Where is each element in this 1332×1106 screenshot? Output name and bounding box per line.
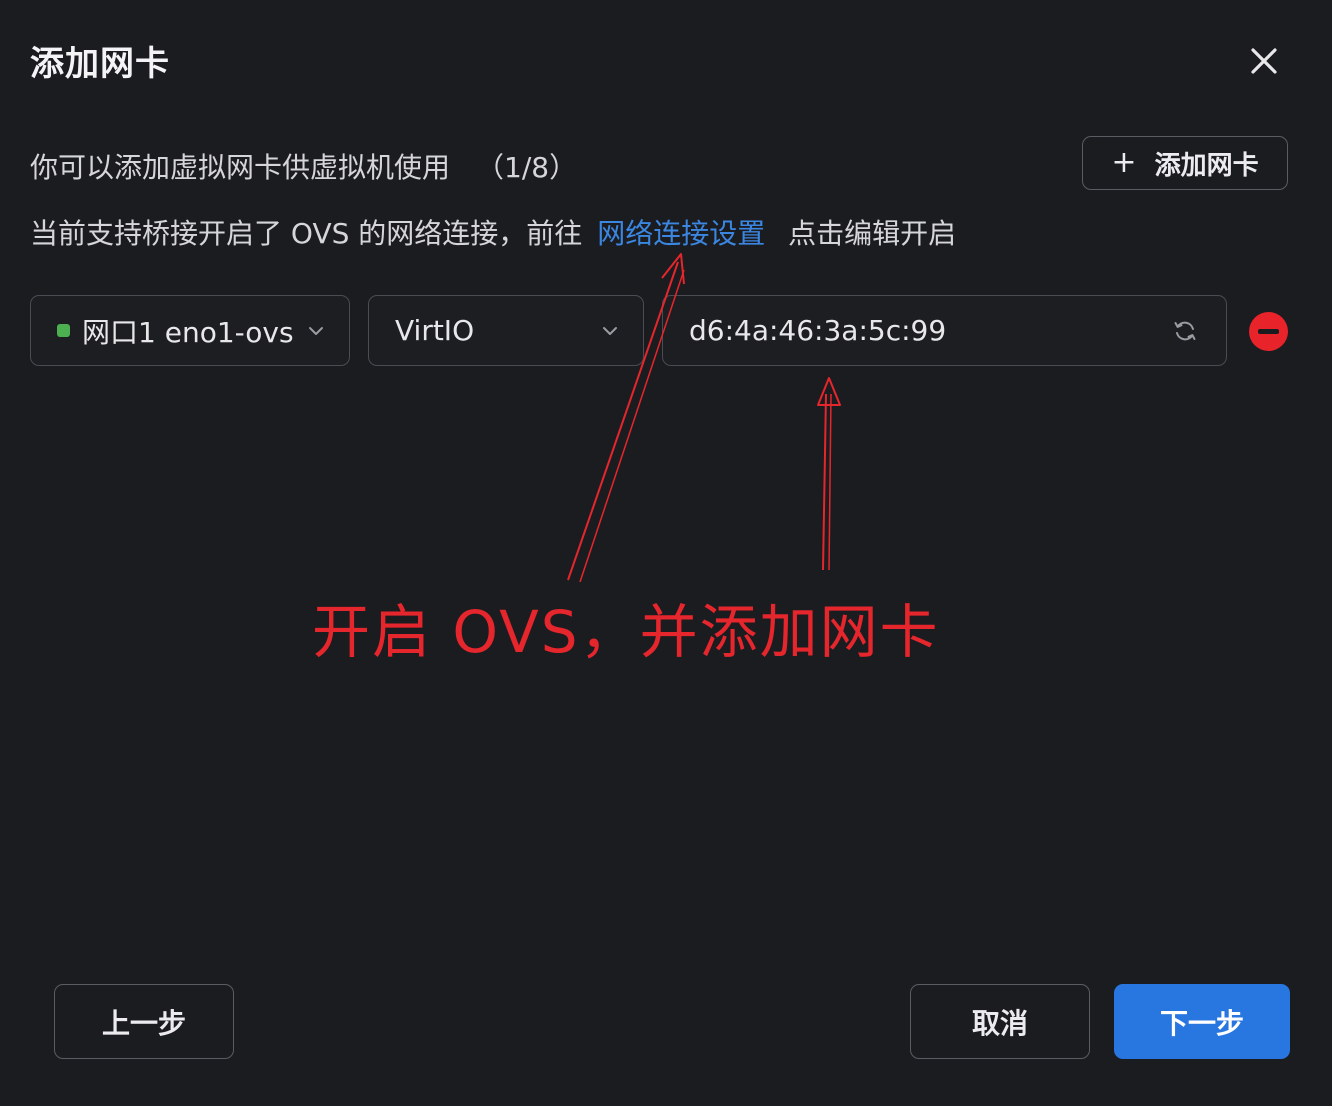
notice-suffix: 点击编辑开启 [788,217,957,250]
add-nic-button[interactable]: + 添加网卡 [1082,136,1288,190]
annotation-text: 开启 OVS，并添加网卡 [312,598,940,666]
model-select-value: VirtIO [395,314,475,347]
mac-address-value: d6:4a:46:3a:5c:99 [689,314,947,347]
network-settings-link[interactable]: 网络连接设置 [597,217,765,250]
nic-count: （1/8） [476,151,578,184]
cancel-button[interactable]: 取消 [910,984,1090,1059]
ovs-notice: 当前支持桥接开启了 OVS 的网络连接，前往 网络连接设置 点击编辑开启 [30,212,956,252]
notice-prefix: 当前支持桥接开启了 OVS 的网络连接，前往 [30,217,583,250]
model-select[interactable]: VirtIO [368,295,644,366]
close-button[interactable] [1243,40,1285,82]
chevron-down-icon [603,327,617,335]
remove-nic-button[interactable] [1249,312,1288,351]
previous-step-button[interactable]: 上一步 [54,984,234,1059]
port-select[interactable]: 网口1 eno1-ovs [30,295,350,366]
plus-icon: + [1111,145,1137,180]
add-nic-label: 添加网卡 [1154,150,1259,181]
chevron-down-icon [309,327,323,335]
next-step-button[interactable]: 下一步 [1114,984,1290,1059]
port-select-value: 网口1 eno1-ovs [82,315,294,349]
dialog-title: 添加网卡 [30,44,170,84]
add-nic-dialog: 添加网卡 你可以添加虚拟网卡供虚拟机使用 （1/8） + 添加网卡 当前支持桥接开… [0,0,1332,1106]
mac-address-input[interactable]: d6:4a:46:3a:5c:99 [662,295,1227,366]
description: 你可以添加虚拟网卡供虚拟机使用 （1/8） [30,146,577,186]
refresh-icon[interactable] [1172,318,1198,344]
description-text: 你可以添加虚拟网卡供虚拟机使用 [30,151,451,184]
close-icon [1251,48,1277,74]
status-indicator [57,324,70,337]
